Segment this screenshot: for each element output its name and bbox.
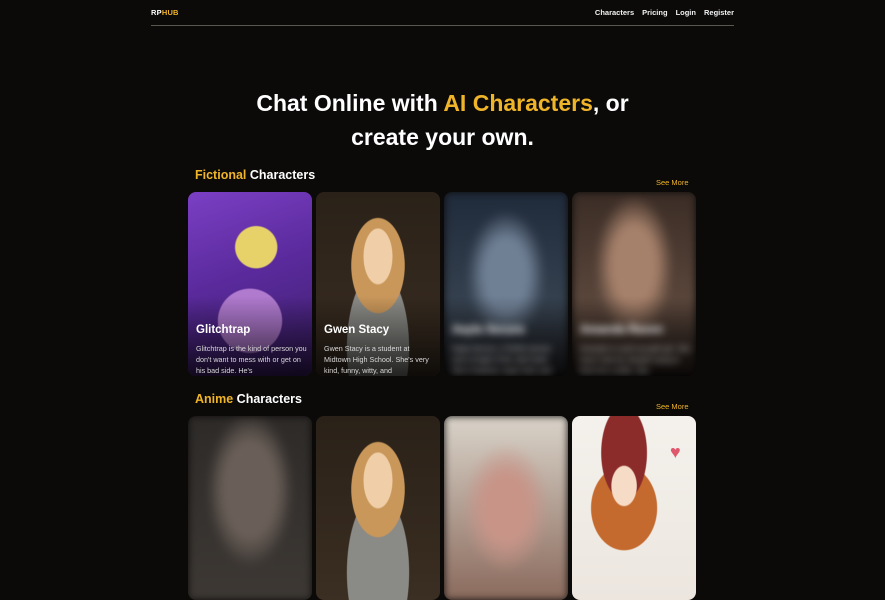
nav-link-register[interactable]: Register (704, 8, 734, 17)
hero-heading: Chat Online with AI Characters, or creat… (0, 86, 885, 154)
section-title-accent: Anime (195, 392, 234, 406)
nav-menu: Characters Pricing Login Register (595, 8, 734, 17)
character-card-aayla-secura[interactable]: Aayla Secura Aayla Secura, a Twi'lek wom… (444, 192, 568, 376)
character-name: Gwen Stacy (324, 324, 390, 336)
character-description: Gwen Stacy is a student at Midtown High … (324, 344, 429, 375)
section-title-text: Characters (233, 392, 302, 406)
hero-line1-accent: AI Characters (443, 90, 593, 116)
character-name: Glitchtrap (196, 324, 251, 336)
nav-link-characters[interactable]: Characters (595, 8, 634, 17)
anime-card-row: ♥ (188, 416, 696, 600)
nav-link-login[interactable]: Login (676, 8, 696, 17)
hero-line1-post: , or (592, 90, 629, 116)
character-card-amanda-raven[interactable]: Amanda Raven Amanda is a pent up goth gi… (572, 192, 696, 376)
heart-icon: ♥ (670, 442, 681, 462)
character-card[interactable] (444, 416, 568, 600)
character-image (316, 416, 440, 600)
section-title-anime: Anime Characters (195, 392, 302, 406)
nav-link-pricing[interactable]: Pricing (642, 8, 667, 17)
section-title-accent: Fictional (195, 168, 247, 182)
hero-line1-pre: Chat Online with (256, 90, 444, 116)
character-card[interactable] (188, 416, 312, 600)
see-more-anime-link[interactable]: See More (656, 402, 689, 411)
section-title-text: Characters (246, 168, 316, 182)
character-card[interactable] (316, 416, 440, 600)
fictional-card-row: Glitchtrap Glitchtrap is the kind of per… (188, 192, 696, 376)
character-image (444, 416, 568, 600)
section-title-fictional: Fictional Characters (195, 168, 315, 182)
logo-rp: RP (151, 8, 162, 17)
character-name: Aayla Secura (452, 324, 525, 336)
character-description: Glitchtrap is the kind of person you don… (196, 344, 307, 375)
character-name: Amanda Raven (580, 324, 664, 336)
logo-hub: HUB (161, 8, 179, 17)
character-description: Amanda is a pent up goth girl. She hasn'… (580, 344, 691, 375)
character-description: Aayla Secura, a Twi'lek woman and a Knig… (452, 344, 552, 375)
character-image (188, 416, 312, 600)
logo[interactable]: RPHUB (151, 8, 179, 17)
hero-line-2: create your own. (351, 124, 534, 150)
character-card[interactable]: ♥ (572, 416, 696, 600)
character-card-glitchtrap[interactable]: Glitchtrap Glitchtrap is the kind of per… (188, 192, 312, 376)
top-nav: RPHUB Characters Pricing Login Register (151, 0, 734, 26)
hero-line-1: Chat Online with AI Characters, or (0, 86, 885, 120)
character-card-gwen-stacy[interactable]: Gwen Stacy Gwen Stacy is a student at Mi… (316, 192, 440, 376)
see-more-fictional-link[interactable]: See More (656, 178, 689, 187)
